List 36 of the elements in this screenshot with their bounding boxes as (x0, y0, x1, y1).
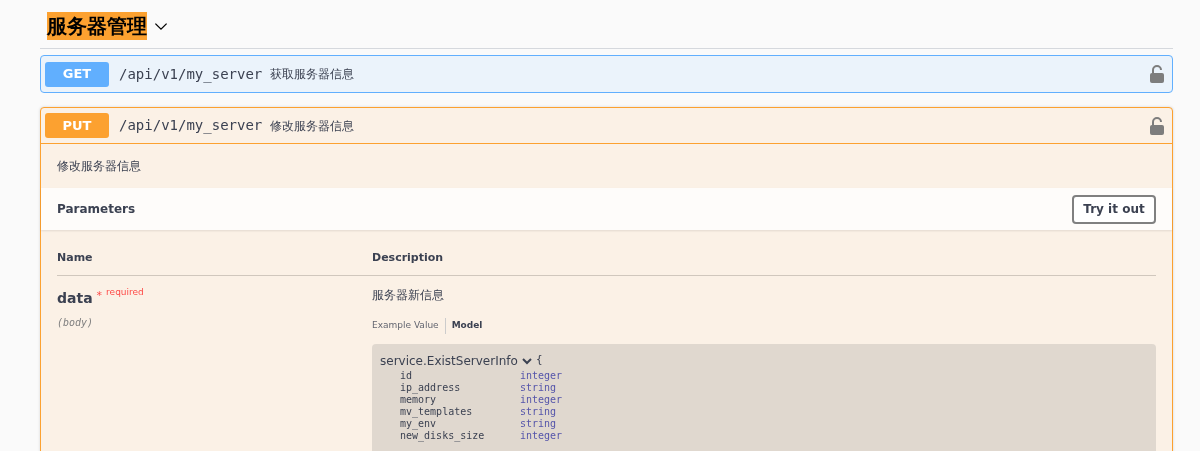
chevron-down-icon[interactable] (521, 355, 532, 366)
column-header: Name (57, 250, 94, 266)
open-brace: { (535, 352, 543, 369)
required-asterisk: * (96, 287, 103, 304)
field-type: integer (520, 429, 563, 442)
method-badge: GET (45, 61, 109, 87)
parameter-name: data (57, 288, 93, 308)
lock-icon[interactable] (1150, 116, 1164, 135)
field-name: id (400, 369, 414, 382)
field-type: integer (520, 393, 563, 406)
model-tab[interactable]: Model (451, 318, 483, 333)
operation-description: 修改服务器信息 (57, 158, 141, 175)
lock-icon[interactable] (1150, 65, 1164, 83)
field-name: memory (400, 393, 437, 406)
field-name: ip_address (400, 381, 462, 394)
field-type: string (520, 381, 557, 394)
parameters-heading: Parameters (57, 201, 136, 218)
model-name[interactable]: service.ExistServerInfo (380, 351, 518, 370)
field-type: integer (520, 369, 563, 382)
method-badge: PUT (45, 113, 109, 138)
parameter-location: (body) (57, 315, 95, 330)
field-name: my_env (400, 417, 437, 430)
model-tab[interactable]: Example Value (372, 318, 439, 333)
parameter-description: 服务器新信息 (372, 286, 445, 304)
field-type: string (520, 405, 557, 418)
endpoint-summary: 修改服务器信息 (270, 117, 355, 135)
field-type: string (520, 417, 557, 430)
section-title[interactable]: 服务器管理 (47, 12, 147, 40)
try-it-out-button[interactable]: Try it out (1072, 194, 1156, 224)
endpoint-path[interactable]: /api/v1/my_server (119, 115, 263, 136)
endpoint-summary: 获取服务器信息 (270, 66, 355, 83)
column-header: Description (372, 250, 444, 266)
field-name: mv_templates (400, 405, 474, 418)
field-name: new_disks_size (400, 429, 486, 442)
endpoint-path[interactable]: /api/v1/my_server (119, 63, 263, 85)
required-label: required (106, 285, 144, 299)
